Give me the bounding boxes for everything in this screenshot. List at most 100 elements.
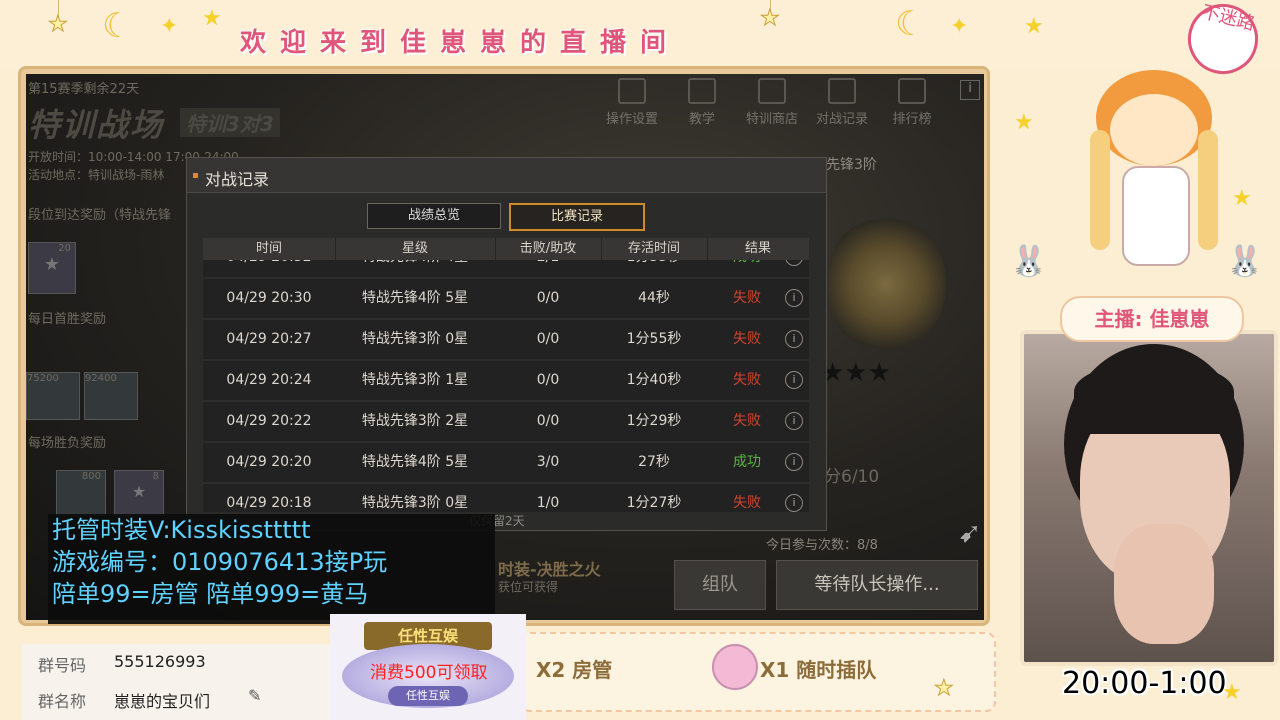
reward-card: 20 ★ <box>28 242 76 294</box>
battle-record-dialog: 对战记录 战绩总览 比赛记录 时间 星级 击败/助攻 存活时间 结果 04/29… <box>186 157 827 531</box>
rank-label: 先锋3阶 <box>826 157 877 173</box>
table-row[interactable]: 04/29 20:20 特战先锋4阶 5星 3/0 27秒 成功 i <box>203 443 809 484</box>
table-row[interactable]: 04/29 20:30 特战先锋4阶 5星 0/0 44秒 失败 i <box>203 279 809 320</box>
star-icon: ★ <box>131 482 147 501</box>
menu-tutorial[interactable]: 教学 <box>672 78 732 127</box>
menu-records[interactable]: 对战记录 <box>812 78 872 127</box>
overlay-line: 游戏编号：0109076413接P玩 <box>52 548 388 576</box>
table-row[interactable]: 04/29 20:27 特战先锋3阶 0星 0/0 1分55秒 失败 i <box>203 320 809 361</box>
cell-tier: 特战先锋3阶 1星 <box>361 372 469 388</box>
table-row[interactable]: 04/29 20:22 特战先锋3阶 2星 0/0 1分29秒 失败 i <box>203 402 809 443</box>
badge-text: 消费500可领取 <box>370 663 488 683</box>
cell-time: 04/29 20:18 <box>226 495 312 511</box>
info-icon[interactable]: i <box>785 371 803 389</box>
cell-kda: 1/0 <box>536 495 560 511</box>
team-button[interactable]: 组队 <box>674 560 766 610</box>
reward-tier: 段位到达奖励（特战先锋 <box>28 208 172 223</box>
anchor-label: 主播: 佳崽崽 <box>1060 296 1244 342</box>
rank-emblem <box>826 214 946 354</box>
cell-result: 成功 <box>707 260 787 277</box>
cell-survive: 1分55秒 <box>626 331 682 347</box>
cell-result: 成功 <box>733 454 761 470</box>
info-icon[interactable]: i <box>960 80 980 100</box>
info-icon[interactable]: i <box>785 412 803 430</box>
info-icon[interactable]: i <box>785 453 803 471</box>
star-icon: ★ <box>1024 14 1044 39</box>
cell-survive: 1分40秒 <box>626 372 682 388</box>
cell-kda: 0/0 <box>536 372 560 388</box>
group-name-label: 群名称 <box>38 692 87 711</box>
cell-time: 04/29 20:22 <box>226 413 312 429</box>
leaderboard-icon <box>898 78 926 104</box>
group-name: 崽崽的宝贝们 <box>114 692 211 711</box>
tutorial-icon <box>688 78 716 104</box>
moon-icon: ☾ <box>102 6 133 46</box>
tab-overview[interactable]: 战绩总览 <box>367 203 501 229</box>
moon-icon: ☾ <box>895 4 926 44</box>
cell-kda: 0/0 <box>536 290 560 306</box>
col-tier: 星级 <box>335 238 496 260</box>
settings-icon <box>618 78 646 104</box>
season-text: 第15赛季剩余22天 <box>28 82 140 97</box>
table-header: 时间 星级 击败/助攻 存活时间 结果 <box>203 238 809 260</box>
table-row[interactable]: 04/29 20:24 特战先锋3阶 1星 0/0 1分40秒 失败 i <box>203 361 809 402</box>
cell-tier: 特战先锋3阶 0星 <box>361 495 469 511</box>
cell-kda: 3/0 <box>536 454 560 470</box>
bunny-icon: 🐰 <box>1226 244 1264 279</box>
stream-info-overlay: 托管时装V:Kisskissttttt 游戏编号：0109076413接P玩 陪… <box>48 514 495 624</box>
records-icon <box>828 78 856 104</box>
overlay-line: 托管时装V:Kisskissttttt <box>52 516 311 544</box>
cell-tier: 特战先锋3阶 2星 <box>361 413 469 429</box>
record-list: 04/29 20:32特战先锋4阶 4星2/11分33秒成功i 04/29 20:… <box>203 260 809 512</box>
cell-survive: 27秒 <box>638 454 670 470</box>
wait-leader-button[interactable]: 等待队长操作... <box>776 560 978 610</box>
cell-time: 04/29 20:30 <box>226 290 312 306</box>
banner-title: 欢迎来到佳崽崽的直播间 <box>240 28 681 58</box>
rank-stars-icon: ★★★ <box>821 358 891 388</box>
cell-tier: 特战先锋3阶 0星 <box>361 331 469 347</box>
reward-card: 8 ★ <box>114 470 164 516</box>
progress-text: 分6/10 <box>824 467 880 487</box>
cell-survive: 44秒 <box>638 290 670 306</box>
star-icon: ★ <box>1232 186 1252 211</box>
reward-card: 92400 <box>84 372 138 420</box>
table-row[interactable]: 04/29 20:18 特战先锋3阶 0星 1/0 1分27秒 失败 i <box>203 484 809 512</box>
cell-result: 失败 <box>733 290 761 306</box>
edit-icon[interactable]: ✎ <box>248 686 261 705</box>
col-result: 结果 <box>744 241 771 256</box>
info-icon[interactable]: i <box>785 260 803 266</box>
cell-result: 失败 <box>733 413 761 429</box>
perk-item: X2 房管 <box>536 658 613 682</box>
col-time: 时间 <box>203 238 336 260</box>
game-title: 特训战场 <box>28 106 165 144</box>
group-number: 555126993 <box>114 652 206 671</box>
badge-bottom: 任性互娱 <box>388 686 468 706</box>
dialog-title: 对战记录 <box>205 170 270 189</box>
cell-result: 失败 <box>733 331 761 347</box>
col-survive: 存活时间 <box>601 238 708 260</box>
info-icon[interactable]: i <box>785 494 803 512</box>
menu-leaderboard[interactable]: 排行榜 <box>882 78 942 127</box>
menu-shop[interactable]: 特训商店 <box>742 78 802 127</box>
dialog-header <box>187 158 826 193</box>
promo-badge: 任性互娱 消费500可领取 任性互娱 <box>330 614 526 720</box>
star-icon: ★ <box>1222 680 1242 705</box>
perk-item: X1 随时插队 <box>760 658 877 682</box>
star-icon: ★ <box>760 6 781 32</box>
cell-kda: 2/1 <box>495 260 601 277</box>
info-icon[interactable]: i <box>785 330 803 348</box>
star-icon: ★ <box>1014 110 1034 135</box>
menu-settings[interactable]: 操作设置 <box>602 78 662 127</box>
table-row[interactable]: 04/29 20:32特战先锋4阶 4星2/11分33秒成功i <box>203 260 809 279</box>
cell-time: 04/29 20:24 <box>226 372 312 388</box>
info-icon[interactable]: i <box>785 289 803 307</box>
avatar <box>712 644 758 690</box>
star-icon: ★ <box>48 12 69 38</box>
group-number-label: 群号码 <box>38 656 87 675</box>
title-marker <box>193 173 198 178</box>
tab-match-records[interactable]: 比赛记录 <box>509 203 645 231</box>
star-icon: ★ <box>934 676 955 702</box>
shop-icon <box>758 78 786 104</box>
location-text: 活动地点：特训战场-雨林 <box>28 168 165 182</box>
reward-card: 800 <box>56 470 106 516</box>
